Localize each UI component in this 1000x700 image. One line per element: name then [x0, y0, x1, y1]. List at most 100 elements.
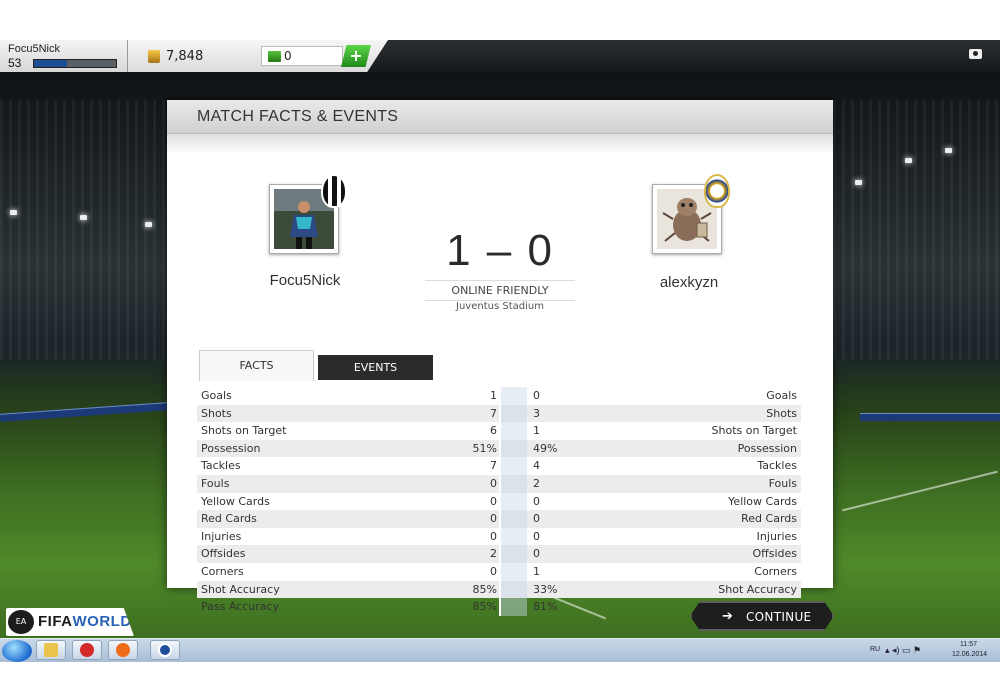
- profile-name: Focu5Nick: [8, 43, 60, 55]
- stat-value-home: 0: [490, 476, 497, 490]
- taskbar-opera-button[interactable]: [72, 640, 102, 660]
- stat-value-home: 7: [490, 459, 497, 473]
- ea-sports-icon: EA: [8, 610, 34, 634]
- stat-divider: [499, 510, 501, 528]
- match-venue: Juventus Stadium: [456, 301, 544, 312]
- taskbar-explorer-button[interactable]: [36, 640, 66, 660]
- stat-divider: [499, 598, 501, 616]
- stat-divider: [499, 404, 501, 423]
- stat-divider-shade: [501, 439, 527, 458]
- stat-value-away: 0: [533, 389, 540, 402]
- points-value: 0: [284, 49, 292, 63]
- stat-label-away: Corners: [754, 564, 797, 578]
- continue-label: CONTINUE: [746, 610, 812, 624]
- stat-label-away: Red Cards: [741, 512, 797, 526]
- stat-row: Yellow Cards 0 0 Yellow Cards: [197, 492, 801, 511]
- stat-value-away: 33%: [533, 582, 558, 596]
- windows-start-icon[interactable]: [2, 640, 32, 662]
- stat-label-away: Shots on Target: [711, 424, 797, 438]
- points-icon: [268, 51, 281, 62]
- stat-label-home: Possession: [201, 441, 261, 455]
- stat-row: Possession 51% 49% Possession: [197, 439, 801, 458]
- stat-value-home: 51%: [472, 441, 497, 455]
- stat-label-home: Goals: [201, 389, 232, 402]
- stat-divider: [499, 439, 501, 458]
- tab-facts[interactable]: FACTS: [199, 350, 314, 381]
- stat-divider: [499, 474, 501, 493]
- stat-value-home: 0: [490, 512, 497, 526]
- stat-divider-shade: [501, 474, 527, 493]
- stats-table: Goals 1 0 Goals Shots 7 3 Shots Shots on Target 6…: [197, 387, 801, 616]
- stat-divider: [499, 387, 501, 405]
- stat-divider-shade: [501, 387, 527, 405]
- stat-row: Shot Accuracy 85% 33% Shot Accuracy: [197, 580, 801, 599]
- stat-divider: [499, 562, 501, 581]
- stat-label-home: Offsides: [201, 547, 246, 561]
- stat-row: Offsides 2 0 Offsides: [197, 545, 801, 563]
- tray-icons[interactable]: ▴ ◂) ▭ ⚑: [885, 645, 921, 656]
- tab-events[interactable]: EVENTS: [318, 355, 433, 380]
- stat-divider: [499, 545, 501, 563]
- stat-value-home: 85%: [472, 600, 497, 614]
- tray-language[interactable]: RU: [870, 646, 880, 653]
- stat-label-away: Tackles: [757, 459, 797, 473]
- stand-right: [833, 100, 1000, 360]
- taskbar-fifa-world-button[interactable]: [150, 640, 180, 660]
- stat-value-away: 0: [533, 512, 540, 526]
- away-team-name: alexkyzn: [659, 274, 719, 291]
- ad-board-right: [860, 413, 1000, 421]
- stadium-light: [855, 180, 862, 185]
- stat-label-home: Corners: [201, 564, 244, 578]
- currency-bar: 7,848 0 +: [128, 40, 388, 72]
- stat-row: Goals 1 0 Goals: [197, 387, 801, 405]
- stat-value-away: 3: [533, 406, 540, 420]
- stat-row: Red Cards 0 0 Red Cards: [197, 510, 801, 528]
- camera-icon[interactable]: [969, 49, 982, 59]
- points-box: 0: [261, 46, 343, 66]
- stadium-light: [80, 215, 87, 220]
- stat-label-away: Fouls: [768, 476, 797, 490]
- stat-row: Corners 0 1 Corners: [197, 562, 801, 581]
- stat-divider: [499, 422, 501, 440]
- tray-date[interactable]: 12.06.2014: [952, 651, 987, 658]
- stat-value-away: 0: [533, 547, 540, 561]
- stand-left: [0, 100, 170, 360]
- stat-value-away: 81%: [533, 600, 558, 614]
- stat-label-home: Shot Accuracy: [201, 582, 280, 596]
- xp-bar: [33, 59, 117, 68]
- stadium-light: [10, 210, 17, 215]
- stat-divider-shade: [501, 457, 527, 475]
- stat-label-home: Injuries: [201, 529, 242, 543]
- stadium-light: [145, 222, 152, 227]
- screen: Focu5Nick 53 7,848 0 + MATCH FACTS & EVE…: [0, 0, 1000, 700]
- stat-divider-shade: [501, 598, 527, 616]
- stat-divider-shade: [501, 404, 527, 423]
- stat-label-home: Tackles: [201, 459, 241, 473]
- coins-icon: [148, 50, 160, 63]
- juventus-badge-icon: [321, 174, 347, 208]
- stat-label-away: Shot Accuracy: [718, 582, 797, 596]
- stat-label-home: Shots: [201, 406, 232, 420]
- stat-value-away: 4: [533, 459, 540, 473]
- origin-icon: [116, 643, 130, 657]
- home-team-name: Focu5Nick: [269, 272, 341, 289]
- add-points-button[interactable]: +: [341, 45, 371, 67]
- stat-value-home: 2: [490, 547, 497, 561]
- stat-row: Shots 7 3 Shots: [197, 404, 801, 423]
- real-madrid-badge-icon: [704, 174, 730, 208]
- fifa-world-logo: EA FIFAWORLD: [6, 608, 134, 636]
- stat-row: Injuries 0 0 Injuries: [197, 527, 801, 546]
- stadium-light: [905, 158, 912, 163]
- stat-label-away: Offsides: [752, 547, 797, 561]
- stat-divider-shade: [501, 580, 527, 599]
- stat-label-away: Injuries: [756, 529, 797, 543]
- continue-button[interactable]: ➔ CONTINUE: [690, 601, 834, 631]
- taskbar-origin-button[interactable]: [108, 640, 138, 660]
- tray-time[interactable]: 11:57: [960, 641, 977, 648]
- stat-label-home: Red Cards: [201, 512, 257, 526]
- stat-label-away: Goals: [766, 389, 797, 402]
- stat-value-away: 1: [533, 564, 540, 578]
- stat-value-home: 0: [490, 494, 497, 508]
- profile-box[interactable]: Focu5Nick 53: [0, 40, 128, 72]
- world-wordmark-part: WORLD: [72, 613, 132, 630]
